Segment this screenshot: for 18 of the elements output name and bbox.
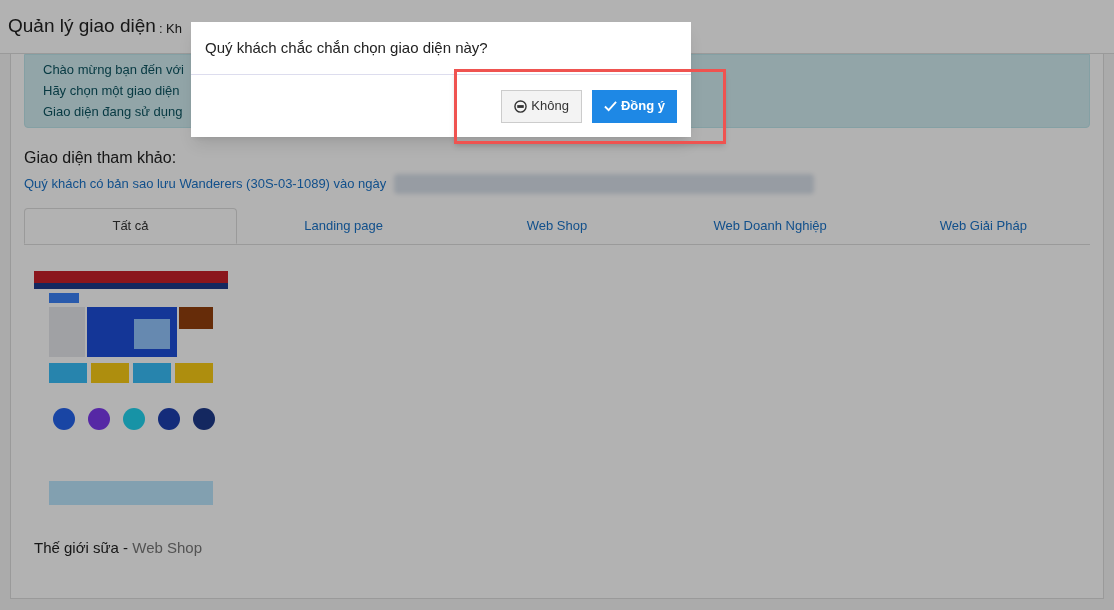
tab[interactable]: Landing page bbox=[237, 208, 451, 244]
info-text: Hãy chọn một giao diện bbox=[43, 82, 180, 100]
page-title: Quản lý giao diện bbox=[8, 14, 156, 39]
info-text: Chào mừng bạn đến với bbox=[43, 61, 184, 79]
tab[interactable]: Web Doanh Nghiệp bbox=[663, 208, 877, 244]
minus-circle-icon bbox=[514, 99, 528, 113]
info-text: Giao diện đang sử dụng bbox=[43, 103, 183, 121]
tab[interactable]: Web Shop bbox=[450, 208, 664, 244]
tab[interactable]: Tất cả bbox=[24, 208, 237, 244]
theme-caption: Thế giới sữa - Web Shop bbox=[34, 538, 204, 558]
backup-link[interactable]: Quý khách có bản sao lưu Wanderers (30S-03-1089) vào ngày bbox=[24, 174, 387, 194]
check-icon bbox=[603, 99, 617, 113]
tab[interactable]: Web Giải Pháp bbox=[876, 208, 1090, 244]
cancel-button[interactable]: Không bbox=[501, 89, 582, 123]
confirm-button[interactable]: Đồng ý bbox=[591, 89, 677, 123]
dialog-message: Quý khách chắc chắn chọn giao diện này? bbox=[205, 37, 488, 58]
section-title: Giao diện tham khảo: bbox=[24, 148, 178, 168]
page-subtitle: : Kh bbox=[158, 19, 182, 38]
